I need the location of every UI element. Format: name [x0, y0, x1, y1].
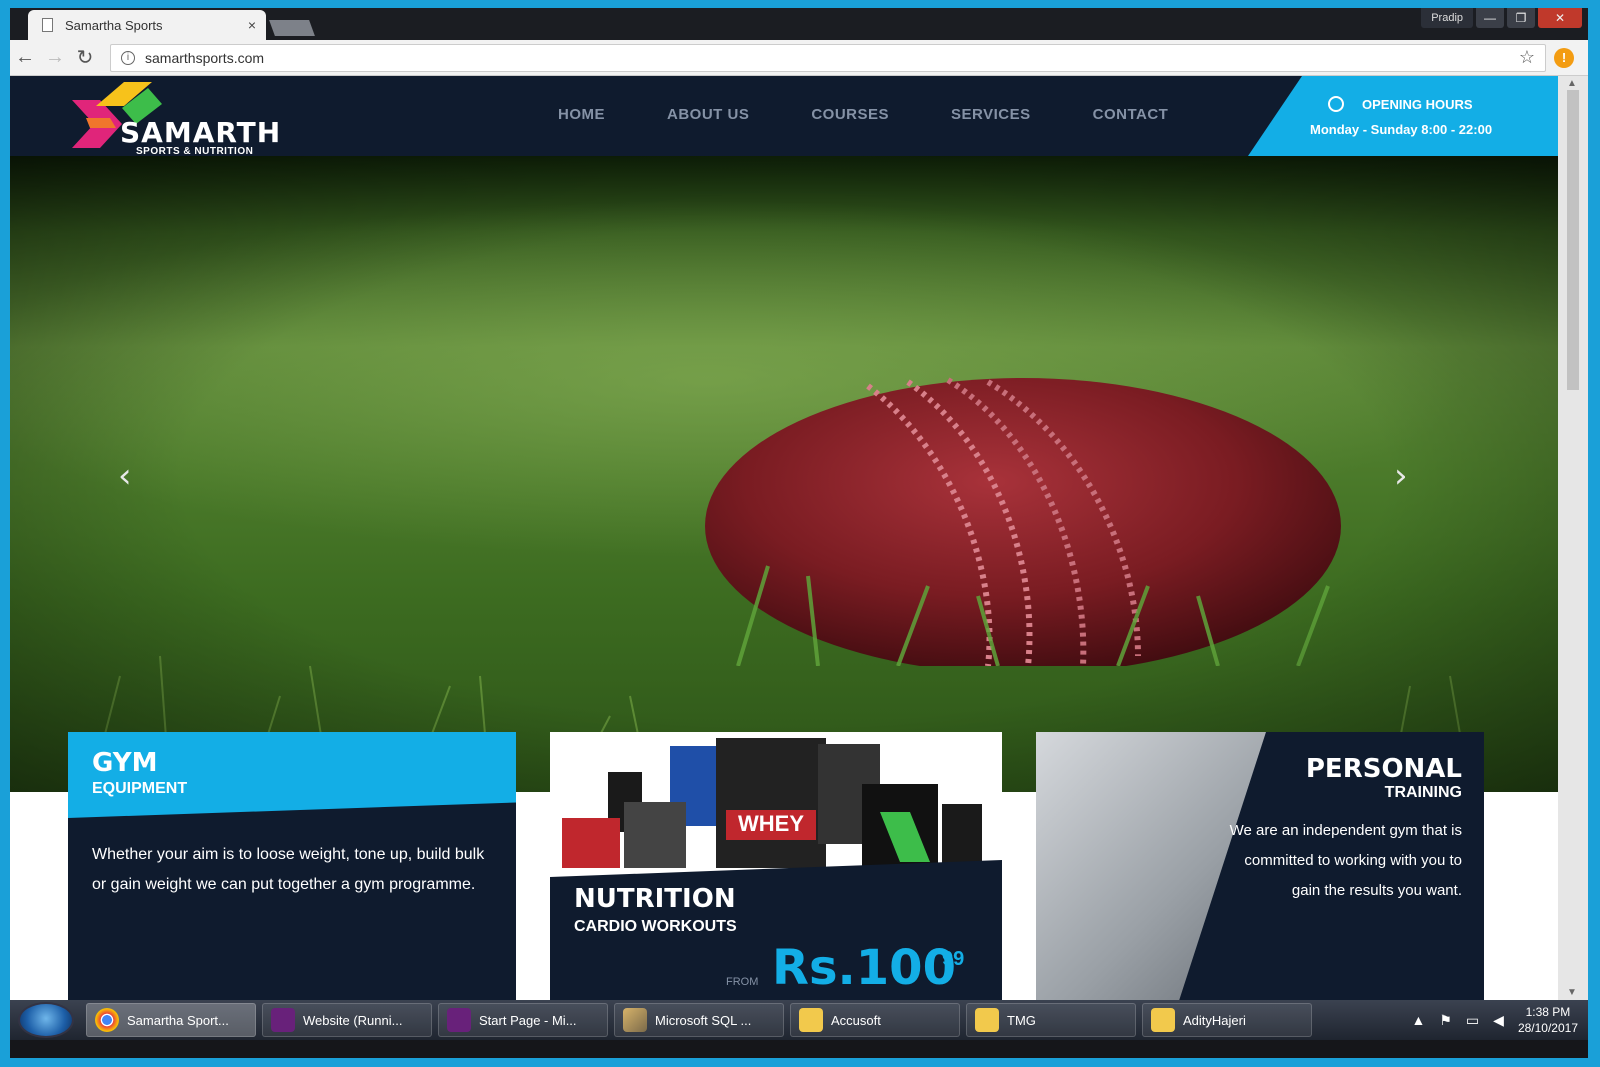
taskbar-item-label: Microsoft SQL ...: [655, 1012, 752, 1028]
url-field[interactable]: i samarthsports.com ☆: [110, 43, 1546, 72]
gym-equipment-card[interactable]: GYM EQUIPMENT Whether your aim is to loo…: [68, 732, 516, 1000]
carousel-prev-arrow[interactable]: ‹: [118, 456, 132, 496]
profile-button[interactable]: Pradip: [1421, 8, 1473, 28]
windows-taskbar: Samartha Sport... Website (Runni... Star…: [10, 1000, 1588, 1040]
opening-hours-panel: OPENING HOURS Monday - Sunday 8:00 - 22:…: [1248, 76, 1558, 156]
carousel-next-arrow[interactable]: ›: [1394, 456, 1408, 496]
gym-card-title: GYM: [92, 748, 158, 778]
taskbar-item-label: Accusoft: [831, 1012, 881, 1028]
address-bar: ← → ↻ i samarthsports.com ☆ !: [10, 40, 1588, 76]
gym-card-subtitle: EQUIPMENT: [92, 780, 188, 797]
nutrition-card-title: NUTRITION: [574, 884, 736, 914]
window-controls: Pradip — ❐ ✕: [1421, 8, 1582, 28]
nutrition-price-cents: 99: [942, 948, 965, 970]
personal-card-subtitle: TRAINING: [1384, 784, 1462, 801]
taskbar-item-tmg[interactable]: TMG: [966, 1003, 1136, 1037]
clock-icon: [1328, 96, 1344, 112]
nav-about-us[interactable]: ABOUT US: [667, 106, 749, 123]
system-tray: ▲ ⚑ ▭ ◀ 1:38 PM 28/10/2017: [1412, 1004, 1579, 1036]
bookmark-star-icon[interactable]: ☆: [1519, 47, 1535, 68]
tray-time: 1:38 PM: [1525, 1005, 1571, 1019]
volume-icon[interactable]: ◀: [1493, 1012, 1504, 1029]
nav-services[interactable]: SERVICES: [951, 106, 1031, 123]
taskbar-item-label: Samartha Sport...: [127, 1012, 229, 1028]
nutrition-price: Rs.100: [772, 940, 956, 996]
maximize-button[interactable]: ❐: [1507, 8, 1535, 28]
tab-title: Samartha Sports: [65, 17, 163, 33]
scrollbar-thumb[interactable]: [1567, 90, 1579, 390]
taskbar-item-label: TMG: [1007, 1012, 1036, 1028]
nav-courses[interactable]: COURSES: [811, 106, 889, 123]
start-button[interactable]: [18, 1002, 74, 1038]
visual-studio-icon: [447, 1008, 471, 1032]
nav-home[interactable]: HOME: [558, 106, 605, 123]
taskbar-item-label: Website (Runni...: [303, 1012, 403, 1028]
nutrition-card-subtitle: CARDIO WORKOUTS: [574, 918, 737, 935]
back-icon[interactable]: ←: [10, 46, 40, 69]
folder-icon: [975, 1008, 999, 1032]
reload-icon[interactable]: ↻: [70, 45, 100, 70]
hero-carousel: ‹ ›: [10, 156, 1558, 792]
personal-card-text: We are an independent gym that is commit…: [1229, 822, 1462, 899]
opening-hours-title: OPENING HOURS: [1362, 96, 1473, 112]
chrome-icon: [95, 1008, 119, 1032]
scroll-up-icon[interactable]: ▲: [1567, 78, 1577, 89]
info-icon[interactable]: i: [121, 50, 135, 65]
taskbar-item-adityhajeri[interactable]: AdityHajeri: [1142, 1003, 1312, 1037]
browser-window: Samartha Sports × Pradip — ❐ ✕ ← → ↻ i s…: [10, 8, 1588, 1058]
taskbar-item-website[interactable]: Website (Runni...: [262, 1003, 432, 1037]
personal-training-card[interactable]: PERSONAL TRAINING We are an independent …: [1036, 732, 1484, 1000]
supplements-image: WHEY: [562, 738, 982, 868]
nav-contact[interactable]: CONTACT: [1093, 106, 1169, 123]
site-header: SAMARTH SPORTS & NUTRITION HOME ABOUT US…: [10, 76, 1558, 157]
taskbar-item-label: Start Page - Mi...: [479, 1012, 577, 1028]
network-icon[interactable]: ▭: [1466, 1012, 1479, 1029]
new-tab-button[interactable]: [269, 20, 315, 36]
gym-card-text: Whether your aim is to loose weight, ton…: [92, 846, 485, 893]
taskbar-item-accusoft[interactable]: Accusoft: [790, 1003, 960, 1037]
minimize-button[interactable]: —: [1476, 8, 1504, 28]
taskbar-item-chrome[interactable]: Samartha Sport...: [86, 1003, 256, 1037]
close-tab-icon[interactable]: ×: [248, 17, 256, 33]
samarth-logo[interactable]: SAMARTH SPORTS & NUTRITION: [66, 78, 326, 157]
taskbar-item-sql[interactable]: Microsoft SQL ...: [614, 1003, 784, 1037]
taskbar-item-start-page[interactable]: Start Page - Mi...: [438, 1003, 608, 1037]
sql-server-icon: [623, 1008, 647, 1032]
logo-brand: SAMARTH: [120, 116, 282, 149]
folder-icon: [799, 1008, 823, 1032]
tray-clock[interactable]: 1:38 PM 28/10/2017: [1518, 1004, 1578, 1036]
tray-date: 28/10/2017: [1517, 1021, 1578, 1035]
url-text: samarthsports.com: [145, 49, 265, 66]
visual-studio-icon: [271, 1008, 295, 1032]
nutrition-card[interactable]: WHEY NUTRITION CARDIO WORKOUTS FROM Rs.1…: [550, 732, 1002, 1000]
close-button[interactable]: ✕: [1538, 8, 1582, 28]
title-bar: Samartha Sports × Pradip — ❐ ✕: [10, 8, 1588, 40]
main-nav: HOME ABOUT US COURSES SERVICES CONTACT: [558, 106, 1230, 123]
whey-label: WHEY: [738, 811, 804, 836]
personal-card-title: PERSONAL: [1305, 754, 1462, 784]
scroll-down-icon[interactable]: ▼: [1567, 987, 1577, 998]
browser-tab[interactable]: Samartha Sports ×: [28, 10, 266, 40]
page-scrollbar[interactable]: ▲ ▼: [1558, 76, 1588, 1000]
folder-icon: [1151, 1008, 1175, 1032]
taskbar-item-label: AdityHajeri: [1183, 1012, 1246, 1028]
opening-hours-value: Monday - Sunday 8:00 - 22:00: [1310, 122, 1493, 137]
page-viewport: SAMARTH SPORTS & NUTRITION HOME ABOUT US…: [10, 76, 1558, 1000]
forward-icon[interactable]: →: [40, 46, 70, 69]
flag-icon[interactable]: ⚑: [1439, 1012, 1452, 1029]
page-icon: [42, 18, 53, 32]
opening-hours-heading: OPENING HOURS: [1328, 96, 1473, 112]
extension-icon[interactable]: !: [1554, 47, 1574, 68]
price-from-label: FROM: [726, 976, 759, 988]
show-hidden-icons-icon[interactable]: ▲: [1412, 1012, 1426, 1028]
